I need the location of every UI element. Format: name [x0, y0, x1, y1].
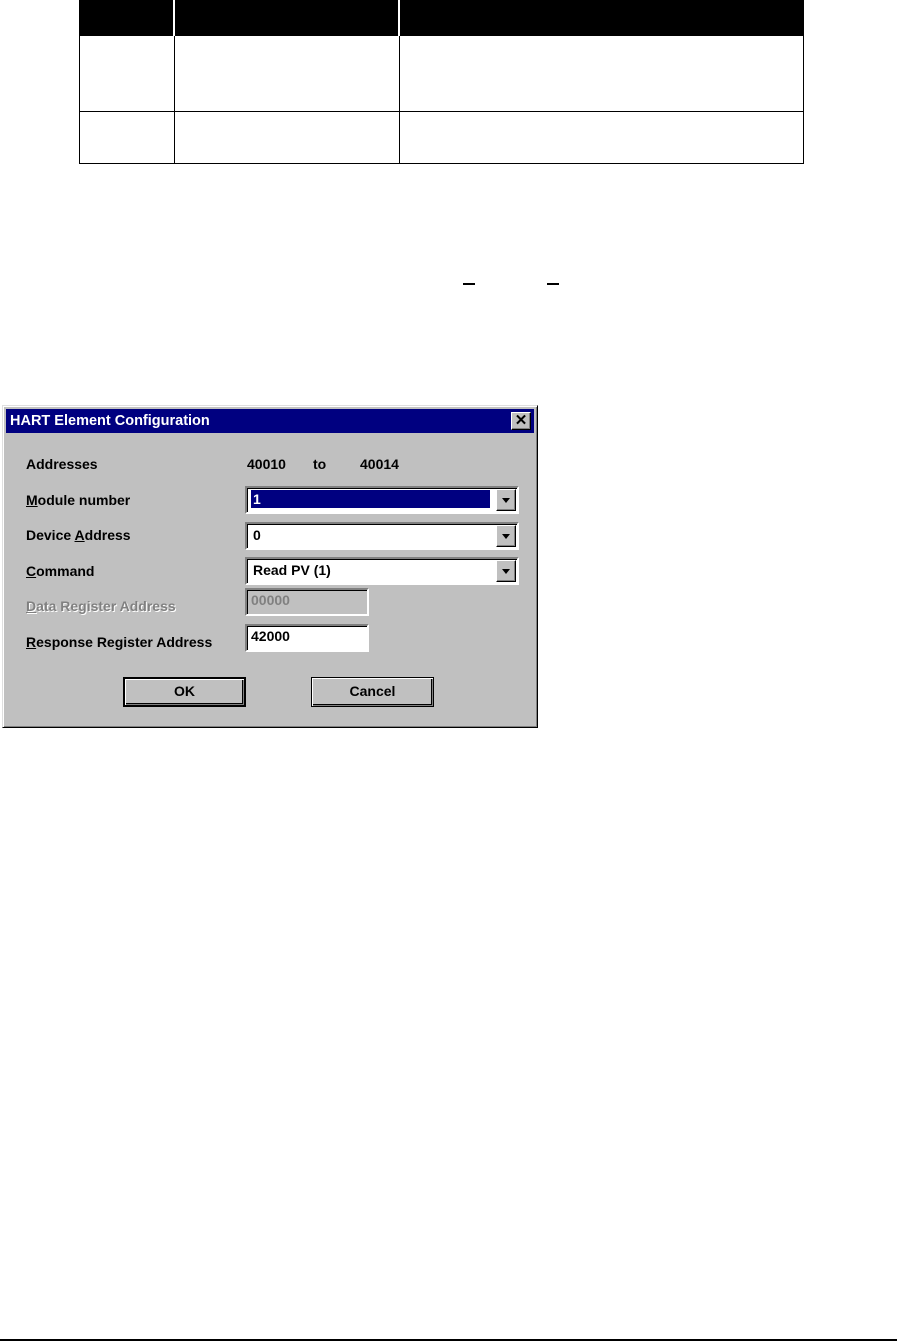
- chevron-down-icon[interactable]: [496, 560, 516, 582]
- table-header-divider: [173, 0, 175, 36]
- address-start-value: 40010: [247, 456, 286, 472]
- module-number-value: 1: [251, 490, 490, 508]
- command-label: Command: [26, 563, 94, 579]
- command-value: Read PV (1): [253, 562, 331, 578]
- data-register-mnemonic: D: [26, 598, 37, 614]
- response-register-mnemonic: R: [26, 634, 37, 650]
- dialog-titlebar: HART Element Configuration ✕: [6, 409, 534, 433]
- response-register-address-label: Response Register Address: [26, 634, 212, 650]
- address-separator: to: [313, 456, 327, 472]
- data-register-label-text: ata Register Address: [36, 598, 176, 614]
- command-label-text: ommand: [36, 563, 95, 579]
- chevron-down-icon[interactable]: [496, 489, 516, 511]
- device-address-mnemonic: A: [74, 527, 85, 543]
- device-address-value: 0: [253, 527, 261, 543]
- command-dropdown[interactable]: Read PV (1): [245, 557, 519, 585]
- dialog-title: HART Element Configuration: [10, 413, 210, 429]
- hart-element-configuration-dialog: HART Element Configuration ✕ Addresses 4…: [2, 405, 538, 728]
- table-cell: [79, 111, 175, 164]
- response-register-label-text: esponse Register Address: [36, 634, 213, 650]
- table-cell: [79, 36, 175, 112]
- document-table: [79, 0, 804, 164]
- table-cell: [399, 111, 804, 164]
- underline-mark: [547, 283, 559, 285]
- response-register-address-field[interactable]: 42000: [245, 624, 369, 652]
- table-header-row: [79, 0, 804, 36]
- close-button[interactable]: ✕: [511, 412, 531, 430]
- module-number-dropdown[interactable]: 1: [245, 486, 519, 514]
- chevron-down-icon[interactable]: [496, 525, 516, 547]
- close-icon: ✕: [514, 412, 528, 429]
- page-footer-rule: [0, 1339, 897, 1341]
- module-number-mnemonic: M: [26, 492, 38, 508]
- module-number-label: Module number: [26, 492, 130, 508]
- command-mnemonic: C: [26, 563, 37, 579]
- table-cell: [174, 111, 400, 164]
- data-register-address-field: 00000: [245, 588, 369, 616]
- underline-mark: [463, 283, 475, 285]
- data-register-address-label: Data Register Address: [26, 598, 176, 614]
- table-header-divider: [398, 0, 400, 36]
- device-address-label-prefix: Device: [26, 527, 75, 543]
- device-address-dropdown[interactable]: 0: [245, 522, 519, 550]
- addresses-label: Addresses: [26, 456, 98, 472]
- device-address-label: Device Address: [26, 527, 131, 543]
- ok-button[interactable]: OK: [123, 677, 246, 707]
- table-cell: [399, 36, 804, 112]
- module-number-label-text: odule number: [37, 492, 131, 508]
- address-end-value: 40014: [360, 456, 399, 472]
- cancel-button[interactable]: Cancel: [311, 677, 434, 707]
- table-cell: [174, 36, 400, 112]
- device-address-label-text: ddress: [84, 527, 131, 543]
